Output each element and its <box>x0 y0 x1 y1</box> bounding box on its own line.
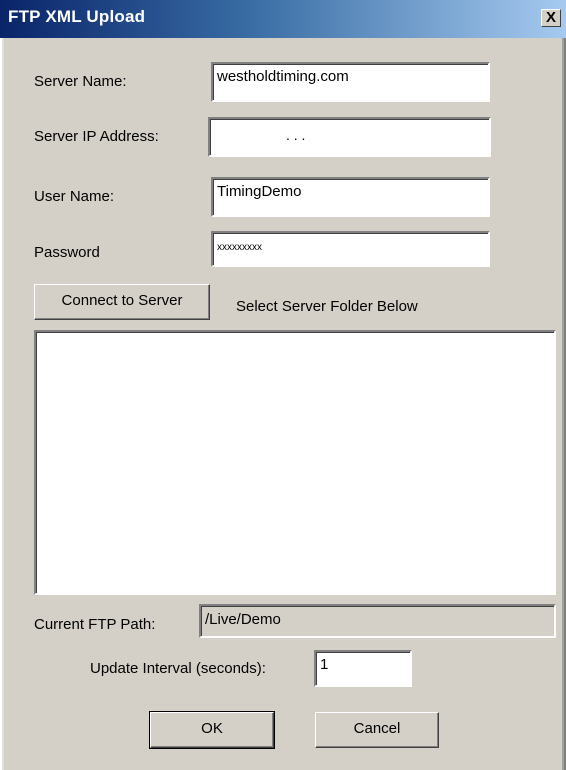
ok-button[interactable]: OK <box>149 711 275 749</box>
update-interval-input[interactable]: 1 <box>314 650 412 687</box>
connect-to-server-button[interactable]: Connect to Server <box>34 284 210 320</box>
close-button[interactable]: X <box>541 9 561 27</box>
window-frame-right-inner <box>562 38 564 770</box>
password-label: Password <box>34 244 100 261</box>
window-title: FTP XML Upload <box>8 7 146 26</box>
server-folder-list[interactable] <box>34 330 556 595</box>
server-ip-value: . . . <box>286 127 306 143</box>
title-bar[interactable]: FTP XML Upload X <box>0 0 566 38</box>
cancel-button[interactable]: Cancel <box>315 712 439 748</box>
server-ip-label: Server IP Address: <box>34 128 159 145</box>
user-name-value: TimingDemo <box>217 183 302 200</box>
cancel-label: Cancel <box>353 720 401 737</box>
password-input[interactable]: xxxxxxxxx <box>211 231 490 267</box>
server-ip-input[interactable]: . . . <box>208 117 491 157</box>
server-name-value: westholdtiming.com <box>217 68 349 85</box>
connect-to-server-label: Connect to Server <box>61 292 183 309</box>
update-interval-label: Update Interval (seconds): <box>90 660 266 677</box>
user-name-label: User Name: <box>34 188 115 205</box>
update-interval-value: 1 <box>320 656 329 673</box>
ok-label: OK <box>201 720 223 737</box>
close-icon: X <box>545 9 556 26</box>
password-value: xxxxxxxxx <box>217 242 262 253</box>
select-folder-label: Select Server Folder Below <box>236 298 418 315</box>
window-frame-left-inner <box>2 38 4 770</box>
current-path-value: /Live/Demo <box>205 611 281 628</box>
current-path-field: /Live/Demo <box>199 604 556 638</box>
server-name-label: Server Name: <box>34 73 127 90</box>
user-name-input[interactable]: TimingDemo <box>211 177 490 217</box>
server-name-input[interactable]: westholdtiming.com <box>211 62 490 102</box>
current-path-label: Current FTP Path: <box>34 616 156 633</box>
